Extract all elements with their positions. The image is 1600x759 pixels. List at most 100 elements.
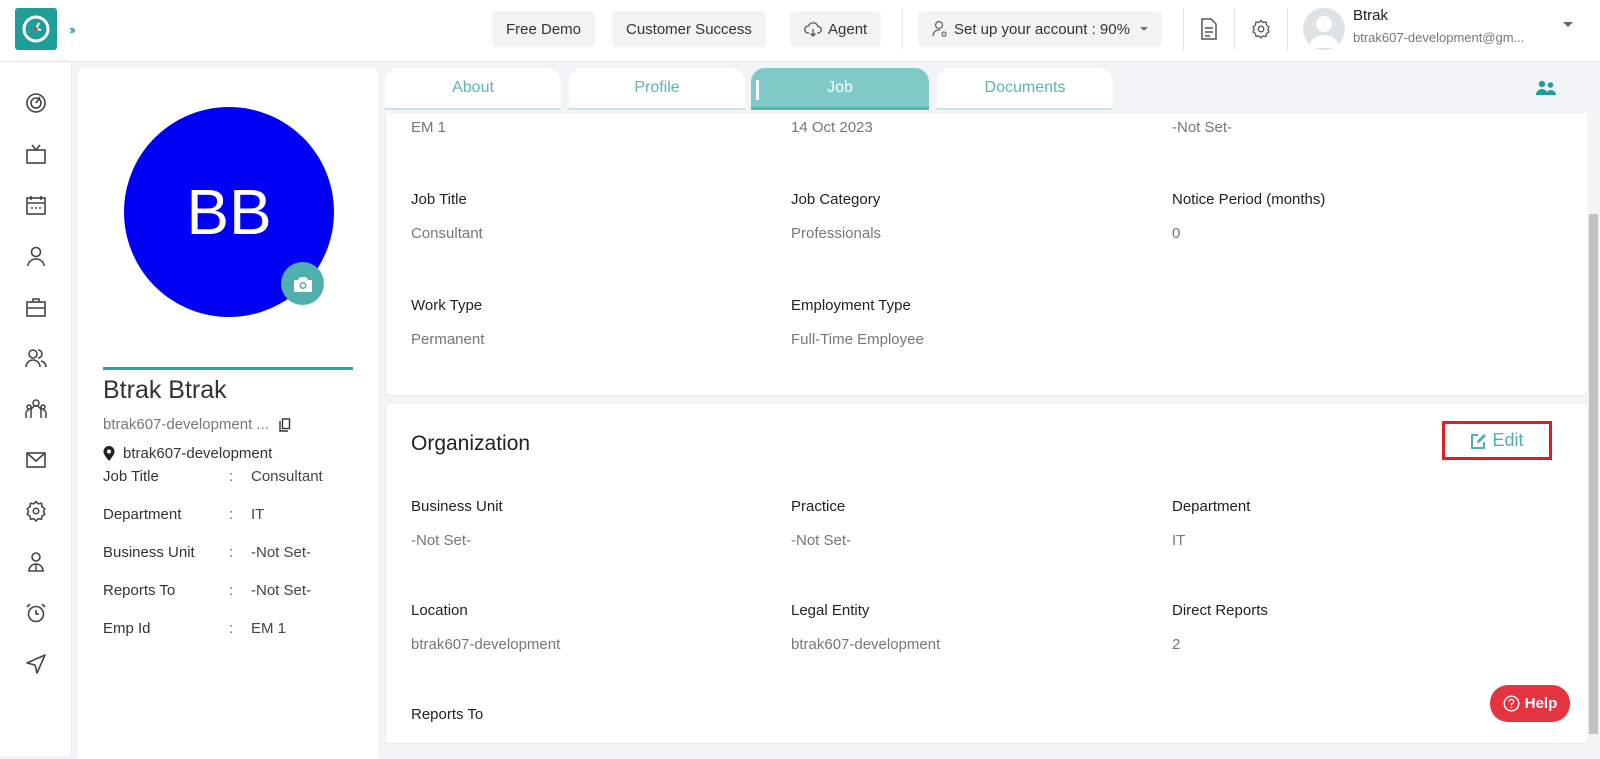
field-label: Job Category — [791, 191, 881, 208]
detail-value: -Not Set- — [251, 582, 312, 599]
user-avatar[interactable] — [1303, 8, 1345, 50]
profile-email-text: btrak607-development ... — [103, 416, 269, 433]
people-icon — [1536, 80, 1556, 95]
sidebar-item-team[interactable] — [23, 396, 49, 422]
profile-name: Btrak Btrak — [103, 376, 227, 404]
mail-icon — [26, 452, 46, 468]
cloud-download-icon — [804, 22, 822, 37]
tab-documents[interactable]: Documents — [937, 68, 1113, 110]
detail-label: Business Unit — [103, 544, 195, 561]
chevrons-right-icon: ››› — [69, 21, 76, 37]
sidebar-item-users[interactable] — [23, 345, 49, 371]
sidebar-item-calendar[interactable] — [23, 192, 49, 218]
tv-icon — [26, 144, 46, 164]
detail-colon: : — [229, 506, 234, 523]
tab-profile[interactable]: Profile — [569, 68, 745, 110]
briefcase-icon — [26, 298, 46, 317]
sidebar-item-alarm[interactable] — [23, 600, 49, 626]
sidebar-item-briefcase[interactable] — [23, 294, 49, 320]
field-value: 14 Oct 2023 — [791, 119, 873, 136]
question-circle-icon — [1503, 695, 1520, 712]
detail-label: Emp Id — [103, 620, 151, 637]
divider — [1183, 8, 1184, 50]
agent-label: Agent — [828, 20, 868, 38]
agent-button[interactable]: Agent — [790, 11, 882, 47]
change-photo-button[interactable] — [281, 262, 324, 305]
profile-location: btrak607-development — [103, 445, 272, 462]
field-value: IT — [1172, 532, 1186, 549]
sidebar-item-user[interactable] — [23, 243, 49, 269]
field-label: Department — [1172, 498, 1251, 515]
settings-icon — [26, 500, 46, 522]
divider — [902, 8, 903, 50]
section-title: Organization — [411, 432, 531, 455]
location-pin-icon — [103, 445, 115, 461]
caret-down-icon — [1139, 27, 1148, 31]
detail-label: Job Title — [103, 468, 159, 485]
edit-organization-button[interactable]: Edit — [1442, 421, 1552, 460]
field-value: EM 1 — [411, 119, 447, 136]
detail-value: IT — [251, 506, 265, 523]
detail-value: -Not Set- — [251, 544, 312, 561]
detail-colon: : — [229, 544, 234, 561]
user-settings-icon — [932, 20, 947, 37]
field-value: 0 — [1172, 225, 1181, 242]
tab-label: About — [452, 79, 494, 96]
field-label: Practice — [791, 498, 846, 515]
setup-account-label: Set up your account : 90% — [954, 20, 1130, 38]
user-name: Btrak — [1353, 7, 1389, 24]
gear-icon — [1252, 19, 1270, 39]
field-label: Job Title — [411, 191, 467, 208]
profile-email: btrak607-development ... — [103, 416, 291, 433]
document-icon — [1201, 18, 1217, 40]
setup-account-dropdown[interactable]: Set up your account : 90% — [918, 11, 1162, 47]
help-button[interactable]: Help — [1490, 685, 1570, 722]
alarm-icon — [26, 603, 46, 623]
detail-colon: : — [229, 468, 234, 485]
edit-icon — [1471, 433, 1487, 449]
profile-card: BB Btrak Btrak btrak607-development ... … — [78, 69, 378, 759]
sidebar-item-send[interactable] — [23, 651, 49, 677]
camera-icon — [293, 276, 312, 292]
field-label: Direct Reports — [1172, 602, 1268, 619]
user-menu-caret-icon[interactable] — [1563, 22, 1573, 27]
user-icon — [27, 246, 45, 267]
customer-success-label: Customer Success — [626, 20, 752, 38]
free-demo-button[interactable]: Free Demo — [492, 11, 596, 47]
field-value: Professionals — [791, 225, 882, 242]
free-demo-label: Free Demo — [506, 20, 582, 38]
sidebar — [0, 62, 72, 756]
expand-sidebar-button[interactable]: ››› — [58, 16, 84, 42]
sidebar-item-settings[interactable] — [23, 498, 49, 524]
dashboard-icon — [26, 93, 46, 113]
document-button[interactable] — [1196, 16, 1222, 42]
app-logo[interactable] — [15, 8, 57, 50]
field-value: Consultant — [411, 225, 483, 242]
sidebar-item-tv[interactable] — [23, 141, 49, 167]
sidebar-item-mail[interactable] — [23, 447, 49, 473]
edit-label: Edit — [1492, 430, 1524, 450]
profile-location-text: btrak607-development — [123, 445, 273, 462]
tab-job[interactable]: Job — [751, 68, 929, 110]
users-icon — [25, 349, 47, 368]
profile-icon — [28, 552, 44, 572]
field-value: btrak607-development — [791, 636, 941, 653]
field-label: Legal Entity — [791, 602, 870, 619]
field-value: Full-Time Employee — [791, 331, 924, 348]
scrollbar-thumb[interactable] — [1589, 214, 1598, 734]
customer-success-button[interactable]: Customer Success — [612, 11, 766, 47]
team-view-button[interactable] — [1535, 80, 1557, 101]
field-label: Reports To — [411, 706, 484, 723]
detail-label: Reports To — [103, 582, 176, 599]
page-scrollbar[interactable] — [1587, 114, 1600, 756]
send-icon — [26, 654, 46, 674]
tab-label: Job — [827, 78, 853, 96]
field-label: Work Type — [411, 297, 483, 314]
sidebar-item-profile[interactable] — [23, 549, 49, 575]
sidebar-item-dashboard[interactable] — [23, 90, 49, 116]
organization-card: Organization Edit Business Unit -Not Set… — [385, 403, 1588, 744]
tab-about[interactable]: About — [385, 68, 561, 110]
settings-button[interactable] — [1248, 16, 1274, 42]
detail-label: Department — [103, 506, 182, 523]
copy-icon[interactable] — [279, 417, 291, 432]
